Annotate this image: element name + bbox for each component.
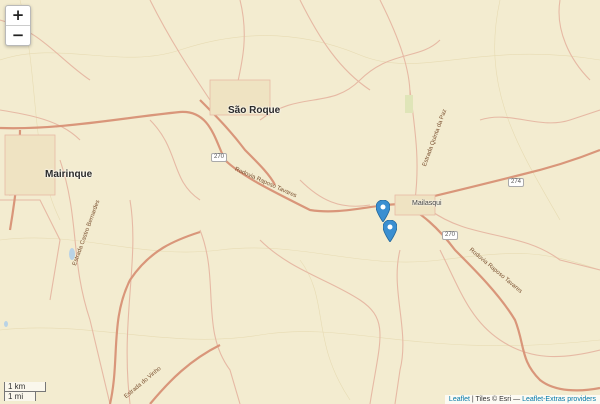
place-label-mailasqui: Mailasqui (412, 200, 442, 207)
attribution: Leaflet | Tiles © Esri — Leaflet-Extras … (444, 395, 600, 404)
leaflet-link[interactable]: Leaflet (449, 396, 470, 403)
providers-link[interactable]: Leaflet-Extras providers (522, 396, 596, 403)
place-label-mairinque: Mairinque (45, 169, 93, 180)
route-shield-274: 274 (508, 178, 525, 187)
green-area (405, 95, 413, 113)
map-marker-icon[interactable] (383, 220, 397, 242)
zoom-in-button[interactable]: + (6, 6, 30, 25)
scale-bar: 1 km 1 mi (4, 382, 46, 401)
lake (4, 321, 8, 327)
scale-mi: 1 mi (4, 391, 36, 401)
scale-km: 1 km (4, 382, 46, 392)
map-canvas[interactable] (0, 0, 600, 404)
land-background (0, 0, 600, 404)
zoom-out-button[interactable]: − (6, 25, 30, 45)
zoom-control: + − (5, 5, 31, 46)
place-label-sao-roque: São Roque (228, 105, 281, 116)
tiles-credit: | Tiles © Esri — (471, 396, 521, 403)
map-marker-icon[interactable] (376, 200, 390, 222)
route-shield-270: 270 (211, 153, 228, 162)
route-shield-270: 270 (442, 231, 459, 240)
